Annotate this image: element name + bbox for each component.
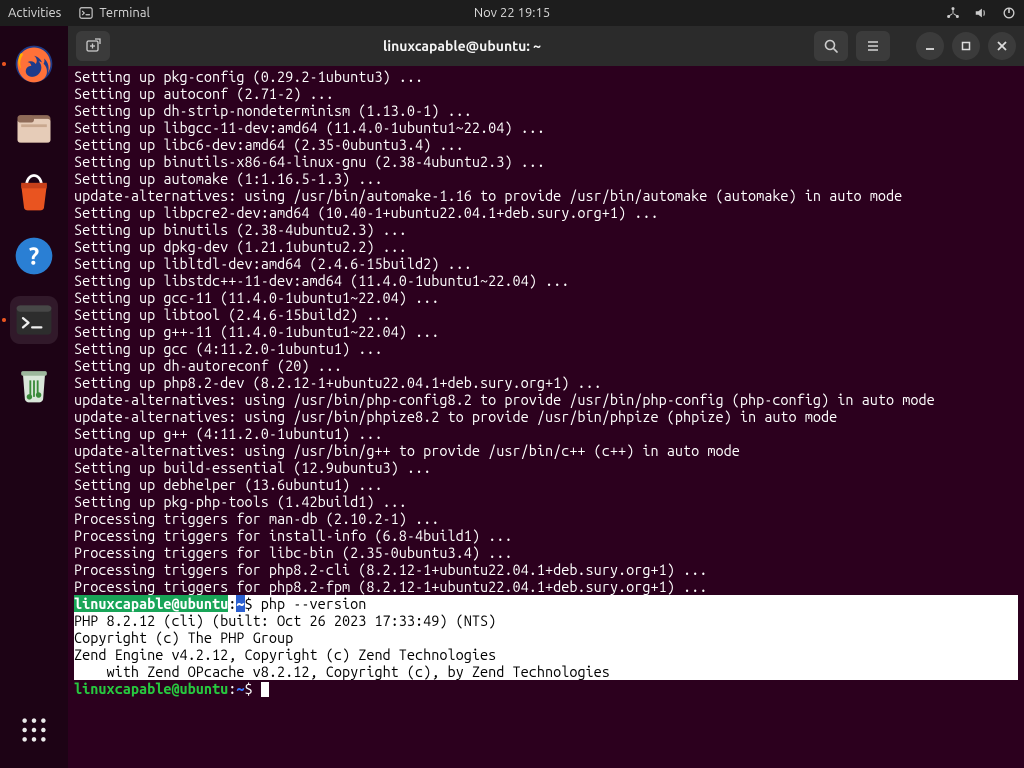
hamburger-menu-button[interactable] (856, 31, 890, 61)
new-tab-button[interactable] (76, 31, 110, 61)
dock-app-firefox[interactable] (10, 40, 58, 88)
svg-text:?: ? (29, 242, 39, 269)
dock-app-trash[interactable] (10, 360, 58, 408)
terminal-output[interactable]: Setting up pkg-config (0.29.2-1ubuntu3) … (68, 66, 1024, 768)
gnome-top-panel: Activities Terminal Nov 22 19:15 (0, 0, 1024, 26)
window-titlebar[interactable]: linuxcapable@ubuntu: ~ (68, 26, 1024, 66)
dock-app-files[interactable] (10, 104, 58, 152)
terminal-cursor (261, 682, 269, 697)
search-button[interactable] (814, 31, 848, 61)
window-title: linuxcapable@ubuntu: ~ (120, 38, 804, 54)
dock-app-terminal[interactable] (10, 296, 58, 344)
activities-button[interactable]: Activities (8, 6, 61, 20)
dock: ? (0, 26, 68, 768)
show-applications-button[interactable] (10, 706, 58, 754)
window-close-button[interactable] (988, 32, 1016, 60)
network-icon[interactable] (946, 6, 960, 20)
window-maximize-button[interactable] (952, 32, 980, 60)
window-minimize-button[interactable] (916, 32, 944, 60)
dock-app-software[interactable] (10, 168, 58, 216)
volume-icon[interactable] (974, 6, 988, 20)
current-app-label: Terminal (99, 6, 150, 20)
power-icon[interactable] (1002, 6, 1016, 20)
clock[interactable]: Nov 22 19:15 (474, 6, 550, 20)
terminal-window: linuxcapable@ubuntu: ~ Setting up pkg-co… (68, 26, 1024, 768)
dock-app-help[interactable]: ? (10, 232, 58, 280)
current-app-indicator[interactable]: Terminal (79, 6, 150, 20)
terminal-icon (79, 6, 93, 20)
